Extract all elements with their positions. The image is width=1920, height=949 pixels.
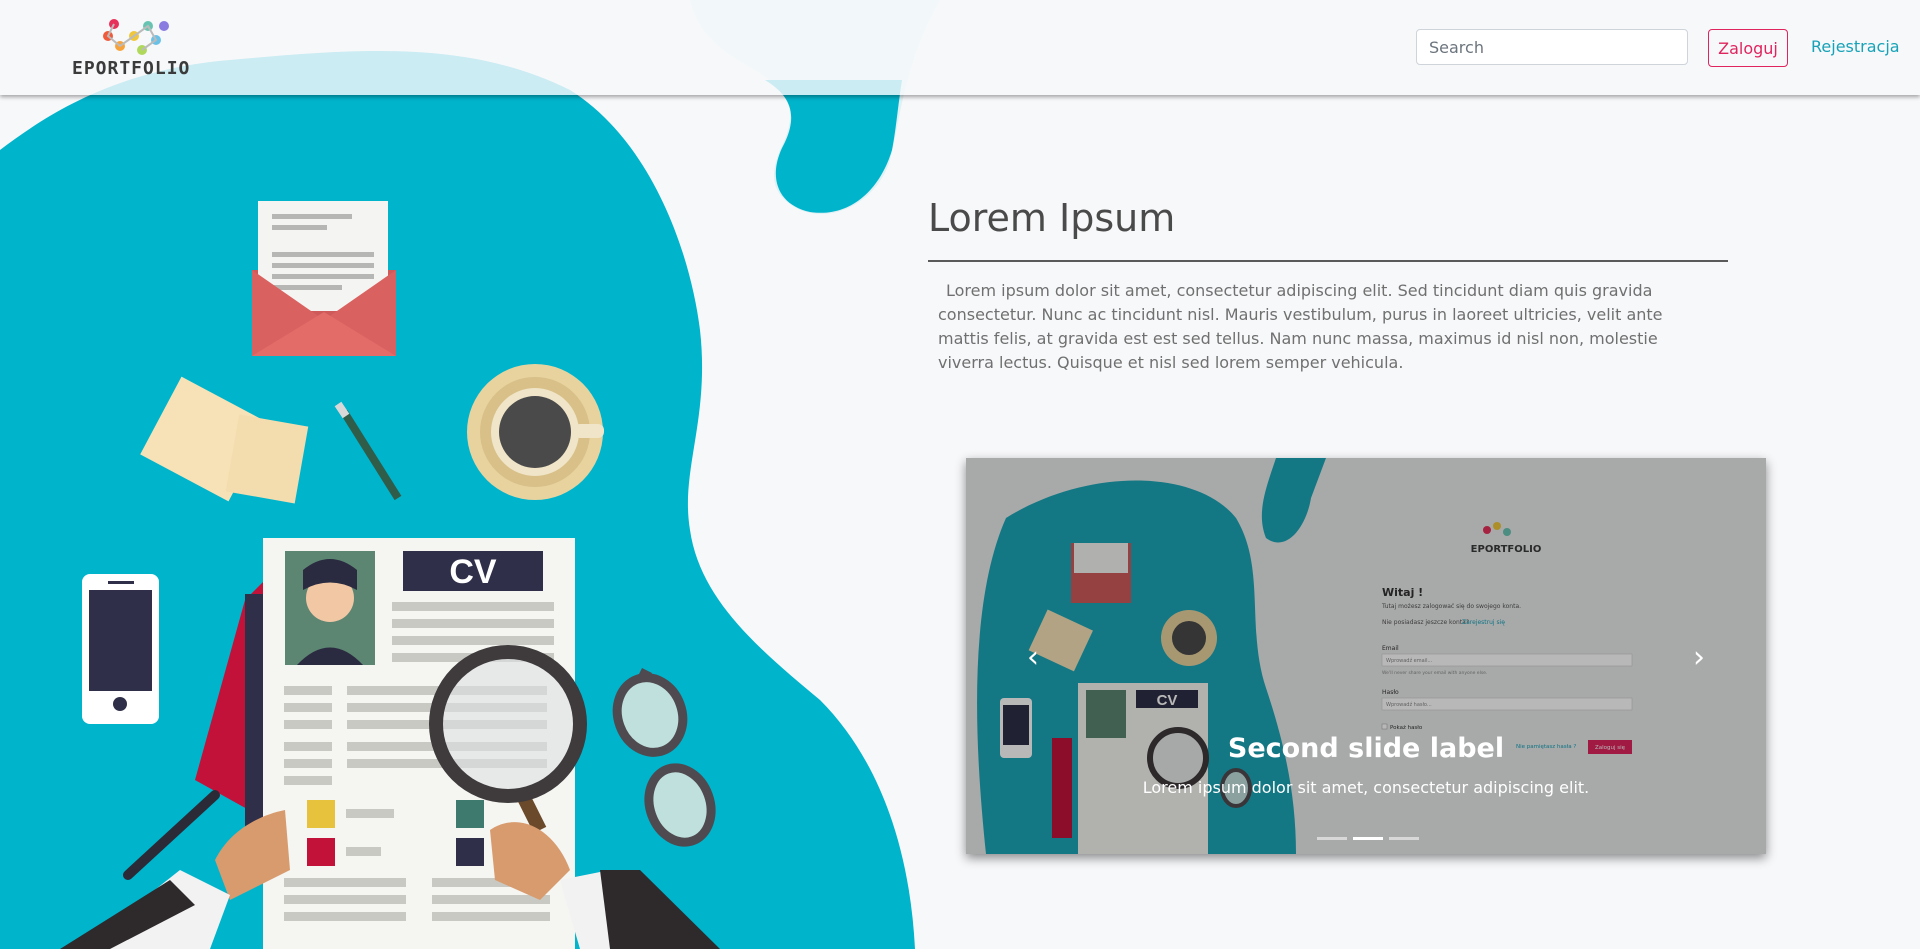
carousel-indicator-1[interactable] (1317, 837, 1347, 840)
screenshot-carousel[interactable]: CV EPORTFOLIO Witaj ! Tutaj możesz zalog… (966, 458, 1766, 854)
login-button[interactable]: Zaloguj (1708, 29, 1788, 67)
carousel-indicators (1314, 825, 1422, 844)
logo-icon (103, 19, 169, 55)
chevron-left-icon: ‹ (1027, 640, 1039, 675)
cv-label: CV (449, 553, 497, 591)
phone-icon (82, 574, 159, 724)
search-input[interactable] (1416, 29, 1688, 65)
envelope-icon (252, 201, 396, 356)
page-title: Lorem Ipsum (928, 196, 1176, 240)
brand-name: EPORTFOLIO (72, 58, 191, 79)
coffee-cup-icon (467, 364, 604, 500)
carousel-prev-button[interactable]: ‹ (1018, 638, 1048, 678)
title-divider (928, 260, 1728, 262)
caption-text: Lorem ipsum dolor sit amet, consectetur … (1142, 778, 1590, 797)
chevron-right-icon: › (1693, 640, 1705, 675)
carousel-next-button[interactable]: › (1684, 638, 1714, 678)
carousel-indicator-2[interactable] (1353, 837, 1383, 840)
register-link[interactable]: Rejestracja (1811, 37, 1900, 56)
carousel-indicator-3[interactable] (1389, 837, 1419, 840)
caption-title: Second slide label (1227, 733, 1505, 764)
carousel-caption: Second slide label Lorem ipsum dolor sit… (966, 733, 1766, 797)
teal-blob-top (765, 80, 902, 213)
top-navbar: EPORTFOLIO Zaloguj Rejestracja (0, 0, 1920, 95)
hero-paragraph: Lorem ipsum dolor sit amet, consectetur … (938, 281, 1663, 372)
brand-logo[interactable]: EPORTFOLIO (72, 18, 212, 80)
